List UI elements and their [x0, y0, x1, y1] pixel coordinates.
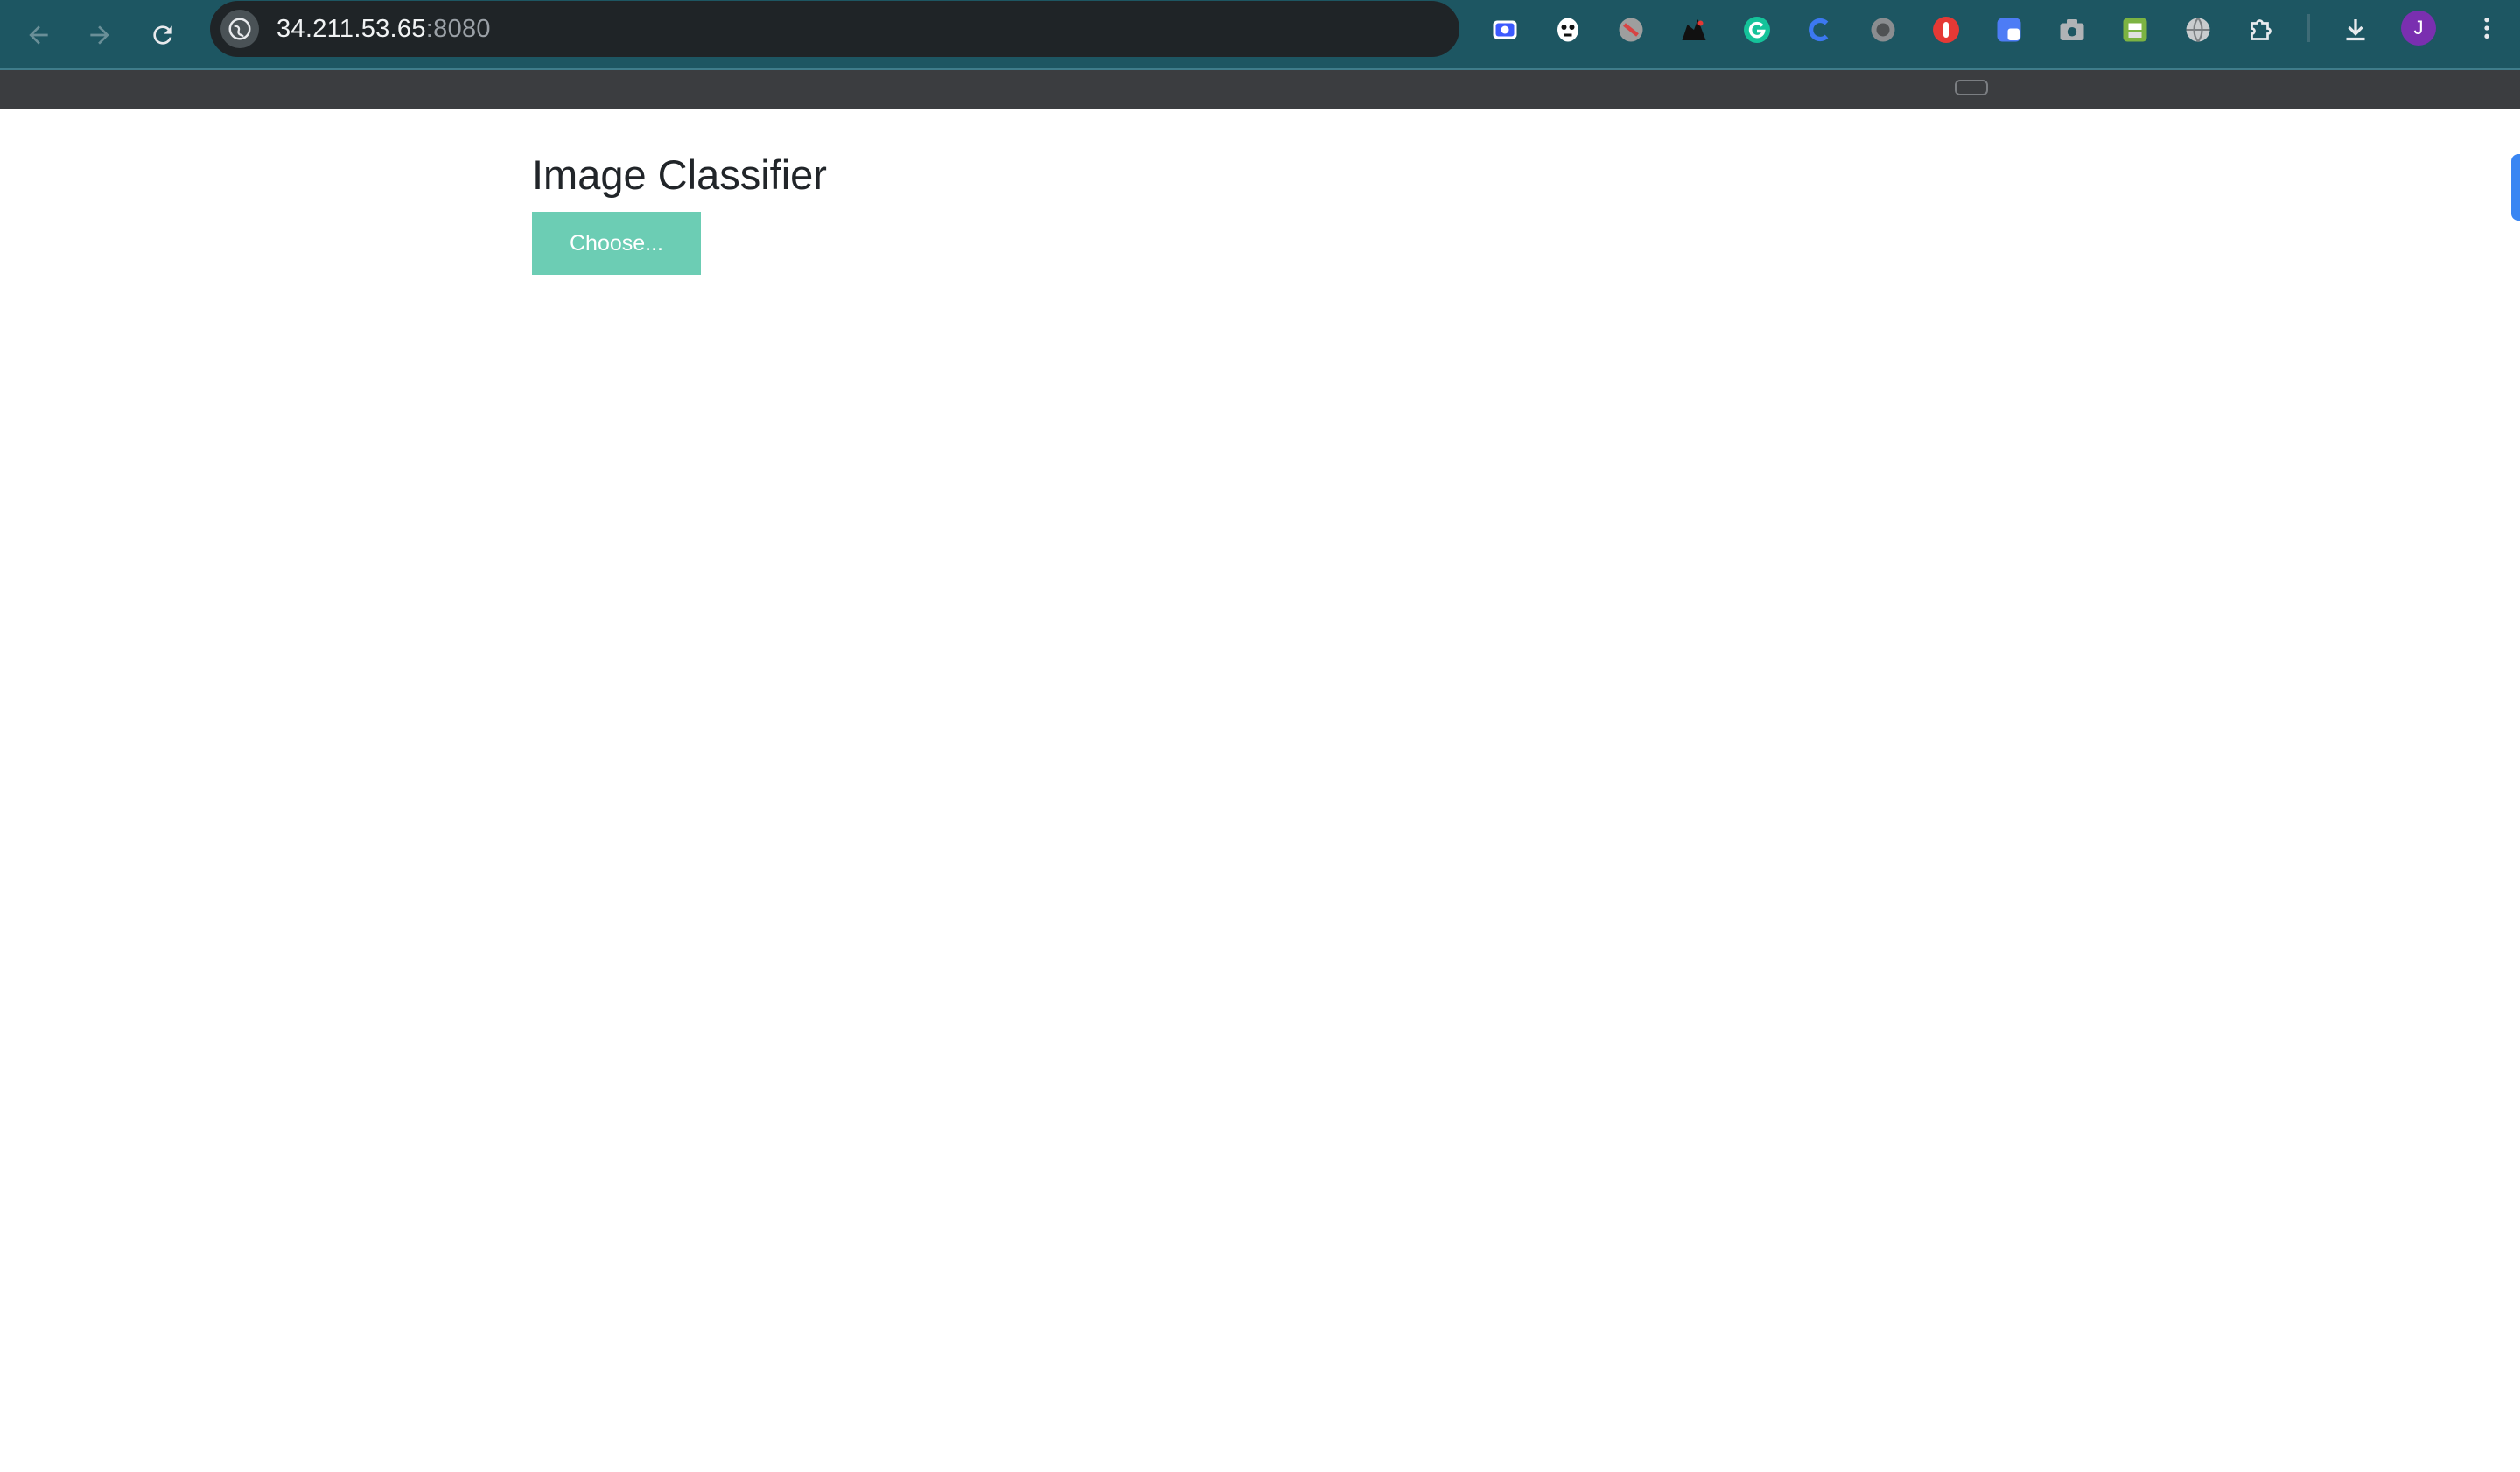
more-vert-icon [2484, 18, 2489, 39]
arrow-left-icon [29, 25, 48, 45]
mask-extension-icon[interactable] [1550, 12, 1586, 47]
reload-button[interactable] [138, 11, 187, 60]
screen-capture-extension-icon[interactable] [1488, 12, 1522, 47]
globe-extension-icon[interactable] [2180, 12, 2216, 47]
stop-hand-extension-icon[interactable] [1928, 12, 1964, 47]
page-content: Image Classifier Choose... [0, 109, 2520, 1472]
toolbar-separator [2307, 14, 2310, 42]
arrow-right-icon [90, 25, 109, 45]
bookmarks-bar [0, 70, 2520, 109]
browser-toolbar: 34.211.53.65:8080 J [0, 0, 2520, 70]
page-title: Image Classifier [532, 151, 827, 198]
url-port: :8080 [425, 14, 491, 43]
blue-square-extension-icon[interactable] [1992, 12, 2026, 47]
printer-extension-icon[interactable] [2118, 12, 2152, 47]
choose-file-button[interactable]: Choose... [532, 212, 701, 275]
forward-button[interactable] [75, 11, 124, 60]
globe-icon [228, 18, 251, 40]
camera-extension-icon[interactable] [2054, 12, 2090, 47]
url-host: 34.211.53.65 [276, 14, 426, 43]
profile-avatar[interactable]: J [2401, 11, 2436, 46]
puzzle-extensions-icon[interactable] [2244, 12, 2278, 47]
side-panel-tab[interactable] [2511, 154, 2520, 221]
dark-graphics-extension-icon[interactable] [1676, 12, 1712, 47]
grammarly-icon[interactable] [1740, 12, 1774, 47]
address-bar[interactable]: 34.211.53.65:8080 [210, 1, 1460, 57]
strip-handle[interactable] [1955, 80, 1988, 95]
back-button[interactable] [14, 11, 63, 60]
browser-menu-button[interactable] [2469, 11, 2504, 46]
url-text: 34.211.53.65:8080 [276, 15, 491, 44]
reload-icon [153, 25, 172, 45]
site-info-button[interactable] [220, 10, 259, 48]
disc-extension-icon[interactable] [1614, 12, 1648, 47]
download-icon[interactable] [2338, 12, 2373, 47]
grey-circle-extension-icon[interactable] [1866, 12, 1900, 47]
c-extension-icon[interactable] [1802, 12, 1838, 47]
